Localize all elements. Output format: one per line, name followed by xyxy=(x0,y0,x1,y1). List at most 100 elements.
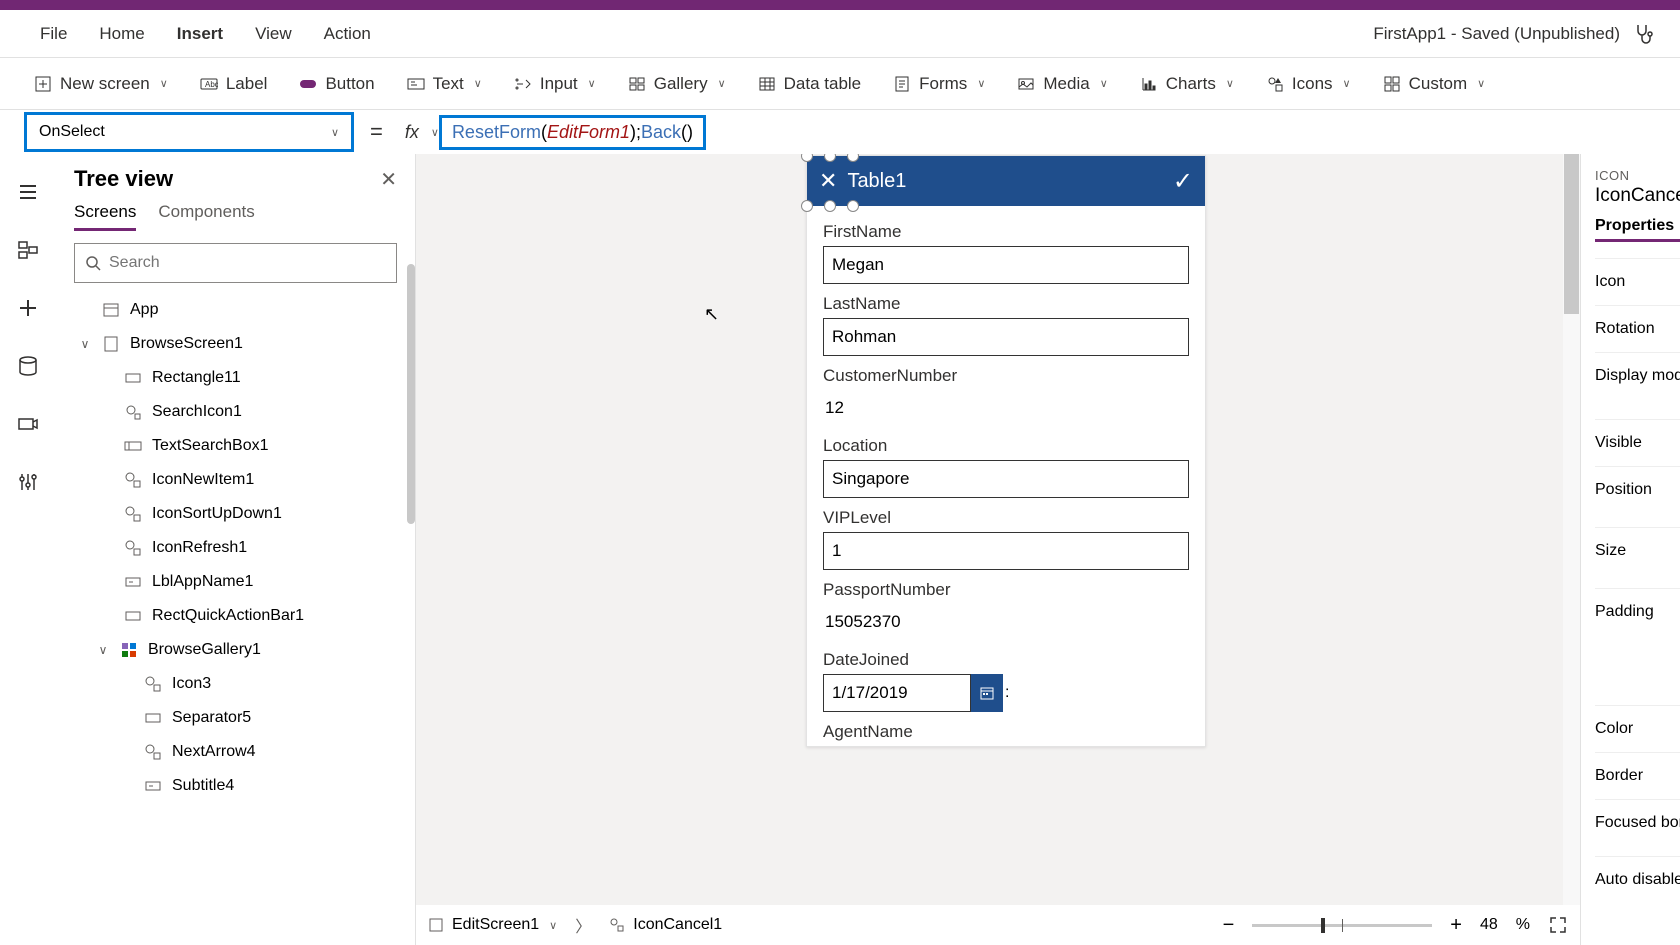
chevron-down-icon[interactable]: ∨ xyxy=(549,919,557,932)
canvas[interactable]: ↖ ✕ Table1 ✓ FirstName Megan LastName xyxy=(416,154,1580,945)
prop-row-border[interactable]: Border xyxy=(1595,752,1680,799)
forms-button[interactable]: Forms∨ xyxy=(883,68,995,100)
tree-search[interactable] xyxy=(74,243,397,283)
close-icon[interactable]: ✕ xyxy=(380,167,397,192)
canvas-scrollbar-track[interactable] xyxy=(1563,154,1580,945)
prop-row-focused-border[interactable]: Focused borde xyxy=(1595,799,1680,846)
tab-properties[interactable]: Properties xyxy=(1595,217,1680,242)
prop-row-auto-disable[interactable]: Auto disable o xyxy=(1595,856,1680,903)
ribbon: New screen∨ Abc Label Button Text∨ Input… xyxy=(0,58,1680,110)
prop-row-color[interactable]: Color xyxy=(1595,705,1680,752)
prop-row-position[interactable]: Position xyxy=(1595,466,1680,513)
prop-row-padding[interactable]: Padding xyxy=(1595,588,1680,635)
tree-item-search-icon1[interactable]: SearchIcon1 xyxy=(74,395,397,429)
data-table-button[interactable]: Data table xyxy=(748,68,872,100)
tab-components[interactable]: Components xyxy=(158,202,254,231)
menu-home[interactable]: Home xyxy=(83,24,160,44)
tree-scrollbar[interactable] xyxy=(407,264,415,524)
prop-row-icon[interactable]: Icon xyxy=(1595,258,1680,305)
field-input-viplevel[interactable]: 1 xyxy=(823,532,1189,570)
tree-item-browse-screen[interactable]: ∨ BrowseScreen1 xyxy=(74,327,397,361)
chevron-down-icon[interactable]: ∨ xyxy=(96,643,110,657)
media-rail-icon[interactable] xyxy=(16,412,40,436)
menu-insert[interactable]: Insert xyxy=(161,24,239,44)
tree-item-separator5[interactable]: Separator5 xyxy=(74,701,397,735)
zoom-out-button[interactable]: − xyxy=(1223,914,1235,937)
title-bar xyxy=(0,0,1680,10)
tree-item-next-arrow4[interactable]: NextArrow4 xyxy=(74,735,397,769)
tree-item-icon-sort1[interactable]: IconSortUpDown1 xyxy=(74,497,397,531)
icons-button[interactable]: Icons∨ xyxy=(1256,68,1361,100)
tree-item-text-search-box1[interactable]: TextSearchBox1 xyxy=(74,429,397,463)
tree-view-panel: Tree view ✕ Screens Components App ∨Brow… xyxy=(56,154,416,945)
menu-file[interactable]: File xyxy=(24,24,83,44)
prop-row-rotation[interactable]: Rotation xyxy=(1595,305,1680,352)
field-label-firstname: FirstName xyxy=(823,222,1189,242)
tree-item-icon-new-item1[interactable]: IconNewItem1 xyxy=(74,463,397,497)
add-icon[interactable] xyxy=(16,296,40,320)
tree-item-browse-gallery1[interactable]: ∨ BrowseGallery1 xyxy=(74,633,397,667)
prop-row-visible[interactable]: Visible xyxy=(1595,419,1680,466)
media-label: Media xyxy=(1043,74,1089,94)
field-label-lastname: LastName xyxy=(823,294,1189,314)
tree-label: BrowseGallery1 xyxy=(148,641,261,659)
tab-screens[interactable]: Screens xyxy=(74,202,136,231)
tree-item-icon3[interactable]: Icon3 xyxy=(74,667,397,701)
label-button[interactable]: Abc Label xyxy=(190,68,278,100)
advanced-tools-icon[interactable] xyxy=(16,470,40,494)
tree-label: Icon3 xyxy=(172,675,211,693)
chevron-down-icon: ∨ xyxy=(718,77,726,90)
chevron-down-icon[interactable]: ∨ xyxy=(431,126,439,139)
charts-button[interactable]: Charts∨ xyxy=(1130,68,1244,100)
zoom-in-button[interactable]: + xyxy=(1450,914,1462,937)
tree-view-icon[interactable] xyxy=(16,238,40,262)
tree-item-rectangle11[interactable]: Rectangle11 xyxy=(74,361,397,395)
button-button[interactable]: Button xyxy=(289,68,384,100)
tree-label: Rectangle11 xyxy=(152,369,241,387)
hamburger-icon[interactable] xyxy=(16,180,40,204)
zoom-unit: % xyxy=(1516,916,1530,934)
menu-bar: File Home Insert View Action FirstApp1 -… xyxy=(0,10,1680,58)
data-icon[interactable] xyxy=(16,354,40,378)
accept-icon[interactable]: ✓ xyxy=(1173,167,1193,196)
custom-button[interactable]: Custom∨ xyxy=(1373,68,1496,100)
tree-item-lbl-app-name1[interactable]: LblAppName1 xyxy=(74,565,397,599)
tree-item-subtitle4[interactable]: Subtitle4 xyxy=(74,769,397,803)
breadcrumb-edit-screen[interactable]: EditScreen1 ∨ xyxy=(428,916,557,934)
tree-item-rect-quick-action1[interactable]: RectQuickActionBar1 xyxy=(74,599,397,633)
gallery-button[interactable]: Gallery∨ xyxy=(618,68,736,100)
canvas-scrollbar-thumb[interactable] xyxy=(1564,154,1579,314)
prop-row-display-mode[interactable]: Display mode xyxy=(1595,352,1680,399)
fx-button[interactable]: fx xyxy=(399,122,425,143)
cancel-icon[interactable]: ✕ xyxy=(819,168,837,194)
tree-item-icon-refresh1[interactable]: IconRefresh1 xyxy=(74,531,397,565)
tree-label: BrowseScreen1 xyxy=(130,335,243,353)
status-bar: EditScreen1 ∨ 〉 IconCancel1 − + 48 % xyxy=(416,905,1580,945)
chevron-down-icon: ∨ xyxy=(1477,77,1485,90)
svg-text:Abc: Abc xyxy=(205,80,218,89)
menu-action[interactable]: Action xyxy=(308,24,387,44)
zoom-slider[interactable] xyxy=(1252,924,1432,927)
tree-search-input[interactable] xyxy=(109,254,386,272)
tree-item-app[interactable]: App xyxy=(74,293,397,327)
tree-label: LblAppName1 xyxy=(152,573,253,591)
formula-input[interactable]: ResetForm(EditForm1);Back() xyxy=(439,115,706,150)
field-input-lastname[interactable]: Rohman xyxy=(823,318,1189,356)
app-checker-icon[interactable] xyxy=(1632,22,1656,46)
field-input-location[interactable]: Singapore xyxy=(823,460,1189,498)
menu-view[interactable]: View xyxy=(239,24,308,44)
new-screen-button[interactable]: New screen∨ xyxy=(24,68,178,100)
prop-row-size[interactable]: Size xyxy=(1595,527,1680,574)
fit-to-screen-icon[interactable] xyxy=(1548,915,1568,935)
calendar-icon[interactable] xyxy=(971,674,1003,712)
field-input-datejoined[interactable]: 1/17/2019 xyxy=(823,674,971,712)
zoom-thumb[interactable] xyxy=(1321,918,1325,933)
text-button[interactable]: Text∨ xyxy=(397,68,492,100)
media-button[interactable]: Media∨ xyxy=(1007,68,1117,100)
field-input-firstname[interactable]: Megan xyxy=(823,246,1189,284)
chevron-down-icon[interactable]: ∨ xyxy=(78,337,92,351)
input-button[interactable]: Input∨ xyxy=(504,68,606,100)
breadcrumb-icon-cancel[interactable]: IconCancel1 xyxy=(609,916,722,934)
tree-label: Subtitle4 xyxy=(172,777,234,795)
property-dropdown[interactable]: OnSelect ∨ xyxy=(24,112,354,152)
